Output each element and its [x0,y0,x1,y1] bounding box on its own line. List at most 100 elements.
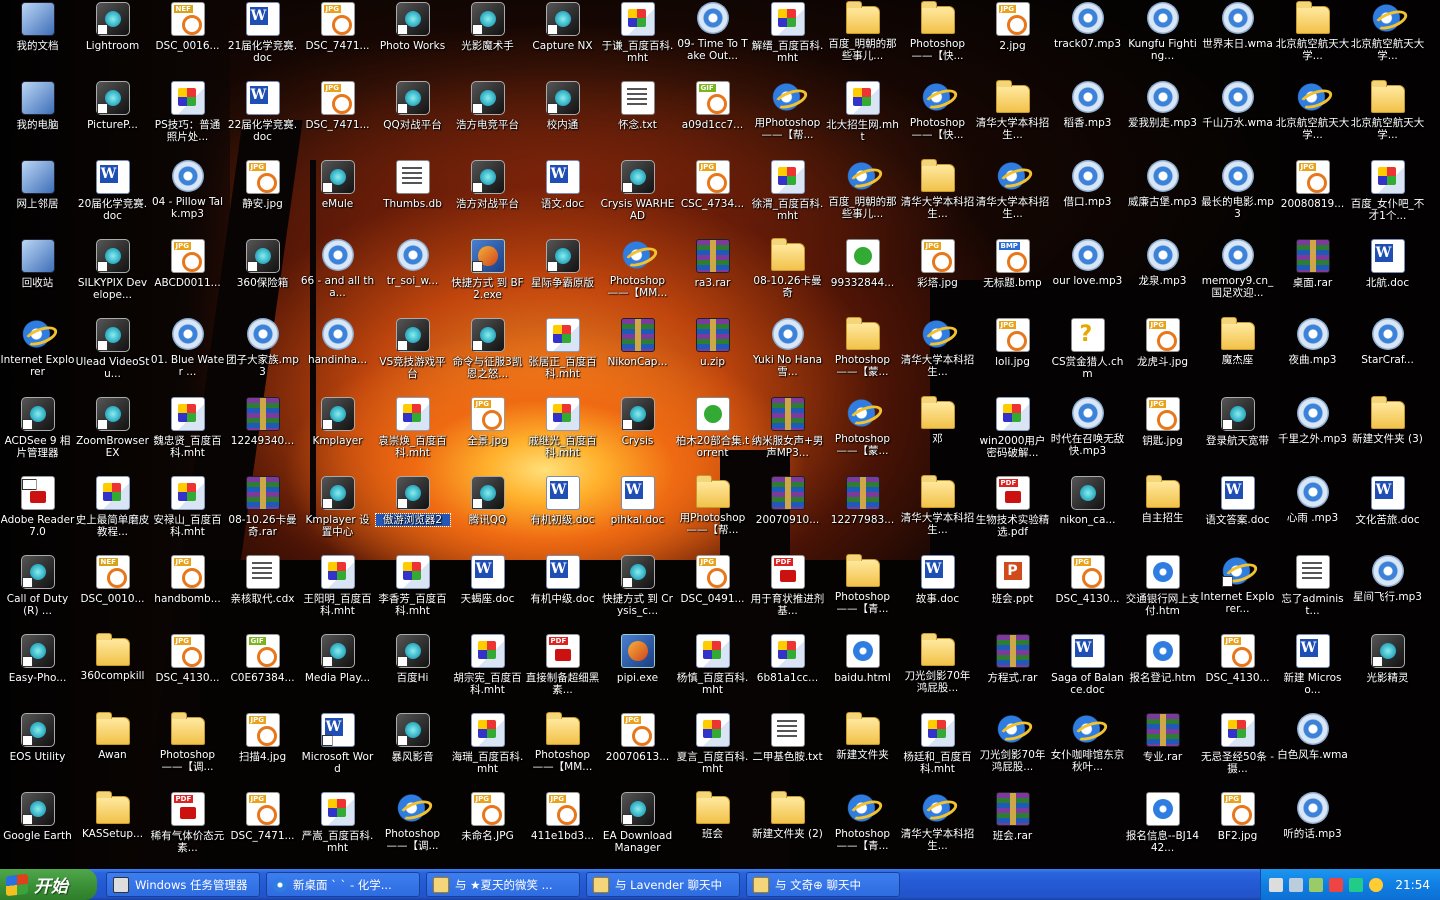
desktop-icon[interactable]: ABCD0011... [150,237,225,316]
desktop-icon[interactable]: ZoomBrowser EX [75,395,150,474]
desktop-icon[interactable]: 生物技术实验精选.pdf [975,474,1050,553]
desktop-icon[interactable]: 20届化学竞赛.doc [75,158,150,237]
desktop-icon[interactable]: KASSetup... [75,790,150,869]
desktop-icon[interactable]: 09- Time To Take Out... [675,0,750,79]
desktop-icon[interactable]: track07.mp3 [1050,0,1125,79]
desktop-icon[interactable]: 无标题.bmp [975,237,1050,316]
desktop-icon[interactable]: Call of Duty(R) ... [0,553,75,632]
desktop-icon[interactable]: 李香芳_百度百科.mht [375,553,450,632]
network-icon[interactable] [1309,877,1324,892]
desktop-icon[interactable]: Internet Explorer... [1200,553,1275,632]
desktop-icon[interactable]: 爱我别走.mp3 [1125,79,1200,158]
desktop-icon[interactable]: 光影魔术手 [450,0,525,79]
desktop-icon[interactable]: 最长的电影.mp3 [1200,158,1275,237]
desktop-icon[interactable]: 夜曲.mp3 [1275,316,1350,395]
security-icon[interactable] [1329,877,1344,892]
desktop-icon[interactable]: pihkal.doc [600,474,675,553]
desktop-icon[interactable]: tr_soi_w... [375,237,450,316]
desktop-icon[interactable]: 报名登记.htm [1125,632,1200,711]
desktop-icon[interactable]: DSC_4130... [1200,632,1275,711]
desktop-icon[interactable]: Yuki No Hana 雪... [750,316,825,395]
desktop-icon[interactable]: ACDSee 9 相片管理器 [0,395,75,474]
desktop-icon[interactable]: 无忌圣经50条 - 摄... [1200,711,1275,790]
desktop-icon[interactable]: 龙虎斗.jpg [1125,316,1200,395]
desktop-icon[interactable]: 纳米服女声+男声MP3... [750,395,825,474]
desktop-icon[interactable]: 直接制备超细黑素... [525,632,600,711]
desktop-icon[interactable]: 文化苦旅.doc [1350,474,1425,553]
desktop-icon[interactable]: 21届化学竞赛.doc [225,0,300,79]
qq-icon[interactable] [1369,877,1384,892]
desktop-icon[interactable]: C0E67384... [225,632,300,711]
desktop-icon[interactable]: DSC_0491... [675,553,750,632]
desktop-icon[interactable]: 清华大学本科招生... [900,158,975,237]
desktop-icon[interactable]: Easy-Pho... [0,632,75,711]
desktop-icon[interactable]: 王阳明_百度百科.mht [300,553,375,632]
desktop-icon[interactable]: EA Download Manager [600,790,675,869]
desktop-icon[interactable]: Ulead VideoStu... [75,316,150,395]
desktop-icon[interactable]: 光影精灵 [1350,632,1425,711]
desktop-icon[interactable]: DSC_4130... [150,632,225,711]
desktop-icon[interactable]: 有机初级.doc [525,474,600,553]
desktop-icon[interactable]: 亲核取代.cdx [225,553,300,632]
desktop-icon[interactable]: 01. Blue Water ... [150,316,225,395]
desktop-icon[interactable]: 魏忠贤_百度百科.mht [150,395,225,474]
desktop-icon[interactable]: win2000用户密码破解... [975,395,1050,474]
desktop-icon[interactable]: 报名信息--BJ1442... [1125,790,1200,869]
desktop-icon[interactable]: 用Photoshop——【帮... [750,79,825,158]
desktop-icon[interactable]: Photoshop——【青... [825,553,900,632]
desktop-icon[interactable]: 史上最简单磨皮教程... [75,474,150,553]
desktop-icon[interactable]: 22届化学竞赛.doc [225,79,300,158]
desktop-icon[interactable]: 2.jpg [975,0,1050,79]
desktop-icon[interactable]: 自主招生 [1125,474,1200,553]
desktop-icon[interactable]: 快捷方式 到 Crysis_c... [600,553,675,632]
desktop-icon[interactable]: 时代在召唤无敌快.mp3 [1050,395,1125,474]
desktop-icon[interactable]: 回收站 [0,237,75,316]
desktop-icon[interactable]: 清华大学本科招生... [975,79,1050,158]
desktop-icon[interactable]: pipi.exe [600,632,675,711]
desktop[interactable]: 我的文档 我的电脑 网上邻居 回收站 Internet Explorer ACDSee 9… [0,0,1440,869]
desktop-icon[interactable]: 暴风影音 [375,711,450,790]
desktop-icon[interactable]: Lightroom [75,0,150,79]
desktop-icon[interactable]: 清华大学本科招生... [900,790,975,869]
desktop-icon[interactable]: 校内通 [525,79,600,158]
desktop-icon[interactable]: 未命名.JPG [450,790,525,869]
desktop-icon[interactable]: 彩塔.jpg [900,237,975,316]
desktop-icon[interactable]: 桌面.rar [1275,237,1350,316]
desktop-icon[interactable]: 用于育状推进剂基... [750,553,825,632]
desktop-icon[interactable]: 12277983... [825,474,900,553]
desktop-icon[interactable]: DSC_0010... [75,553,150,632]
taskbar-button[interactable]: Windows 任务管理器 [106,872,260,897]
desktop-icon[interactable]: 忘了administ... [1275,553,1350,632]
desktop-icon[interactable]: Thumbs.db [375,158,450,237]
desktop-icon[interactable]: Media Play... [300,632,375,711]
desktop-icon[interactable]: Photoshop——【调... [375,790,450,869]
desktop-icon[interactable]: 360保险箱 [225,237,300,316]
desktop-icon[interactable]: 专业.rar [1125,711,1200,790]
desktop-icon[interactable]: 班会 [675,790,750,869]
desktop-icon[interactable]: 故事.doc [900,553,975,632]
desktop-icon[interactable]: Photoshop——【MM... [600,237,675,316]
desktop-icon[interactable]: 徐渭_百度百科.mht [750,158,825,237]
desktop-icon[interactable]: Kmplayer [300,395,375,474]
desktop-icon[interactable]: 交通银行网上支付.htm [1125,553,1200,632]
desktop-icon[interactable]: 钥匙.jpg [1125,395,1200,474]
desktop-icon[interactable]: 快捷方式 到 BF2.exe [450,237,525,316]
desktop-icon[interactable]: 张居正_百度百科.mht [525,316,600,395]
desktop-icon[interactable]: 20070910... [750,474,825,553]
desktop-icon[interactable]: 稻香.mp3 [1050,79,1125,158]
desktop-icon[interactable]: 百度_女仆吧_不才1个... [1350,158,1425,237]
taskbar-button[interactable]: 与 Lavender 聊天中 [586,872,740,897]
desktop-icon[interactable]: 20070613... [600,711,675,790]
desktop-icon[interactable]: PS技巧：普通照片处... [150,79,225,158]
desktop-icon[interactable]: handbomb... [150,553,225,632]
desktop-icon[interactable]: EOS Utility [0,711,75,790]
desktop-icon[interactable]: DSC_0016... [150,0,225,79]
desktop-icon[interactable]: 稀有气体价态元素... [150,790,225,869]
desktop-icon[interactable]: 杨慎_百度百科.mht [675,632,750,711]
desktop-icon[interactable]: 北京航空航天大学... [1350,0,1425,79]
desktop-icon[interactable]: 怀念.txt [600,79,675,158]
desktop-icon[interactable]: nikon_ca... [1050,474,1125,553]
desktop-icon[interactable]: 66 - and all tha... [300,237,375,316]
desktop-icon[interactable]: StarCraf... [1350,316,1425,395]
desktop-icon[interactable]: BF2.jpg [1200,790,1275,869]
